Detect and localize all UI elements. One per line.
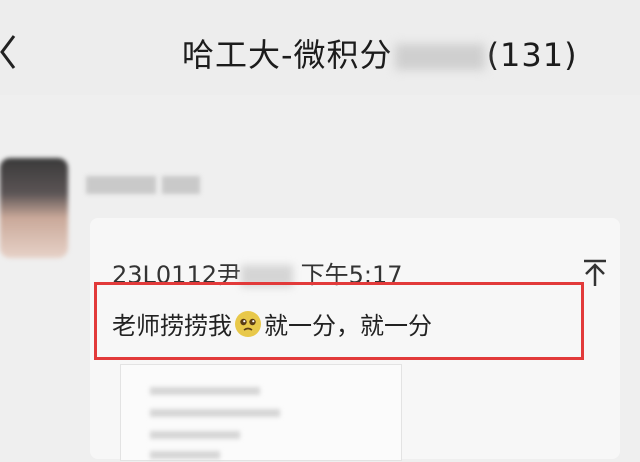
- message-text-after: 就一分，就一分: [264, 312, 432, 340]
- avatar[interactable]: [0, 158, 68, 258]
- chat-title-prefix: 哈工大-微积分: [182, 36, 393, 74]
- message-text-before: 老师捞捞我: [112, 312, 232, 340]
- sender-name-blurred: [86, 176, 226, 196]
- chat-header: 哈工大-微积分 (131): [0, 0, 640, 95]
- redacted-year: [394, 44, 485, 70]
- chat-title: 哈工大-微积分 (131): [182, 30, 578, 76]
- collapse-button[interactable]: [582, 258, 608, 288]
- back-button[interactable]: [0, 28, 26, 76]
- pleading-face-emoji: [235, 310, 261, 337]
- doc-row-blurred: [150, 448, 220, 462]
- doc-row-blurred: [150, 406, 280, 420]
- doc-row-blurred: [150, 384, 260, 398]
- arrow-up-to-line-icon: [584, 259, 606, 286]
- chat-title-count: (131): [486, 36, 578, 74]
- message-text[interactable]: 老师捞捞我 就一分，就一分: [112, 306, 432, 341]
- chevron-left-icon: [0, 35, 16, 69]
- doc-row-blurred: [150, 428, 240, 442]
